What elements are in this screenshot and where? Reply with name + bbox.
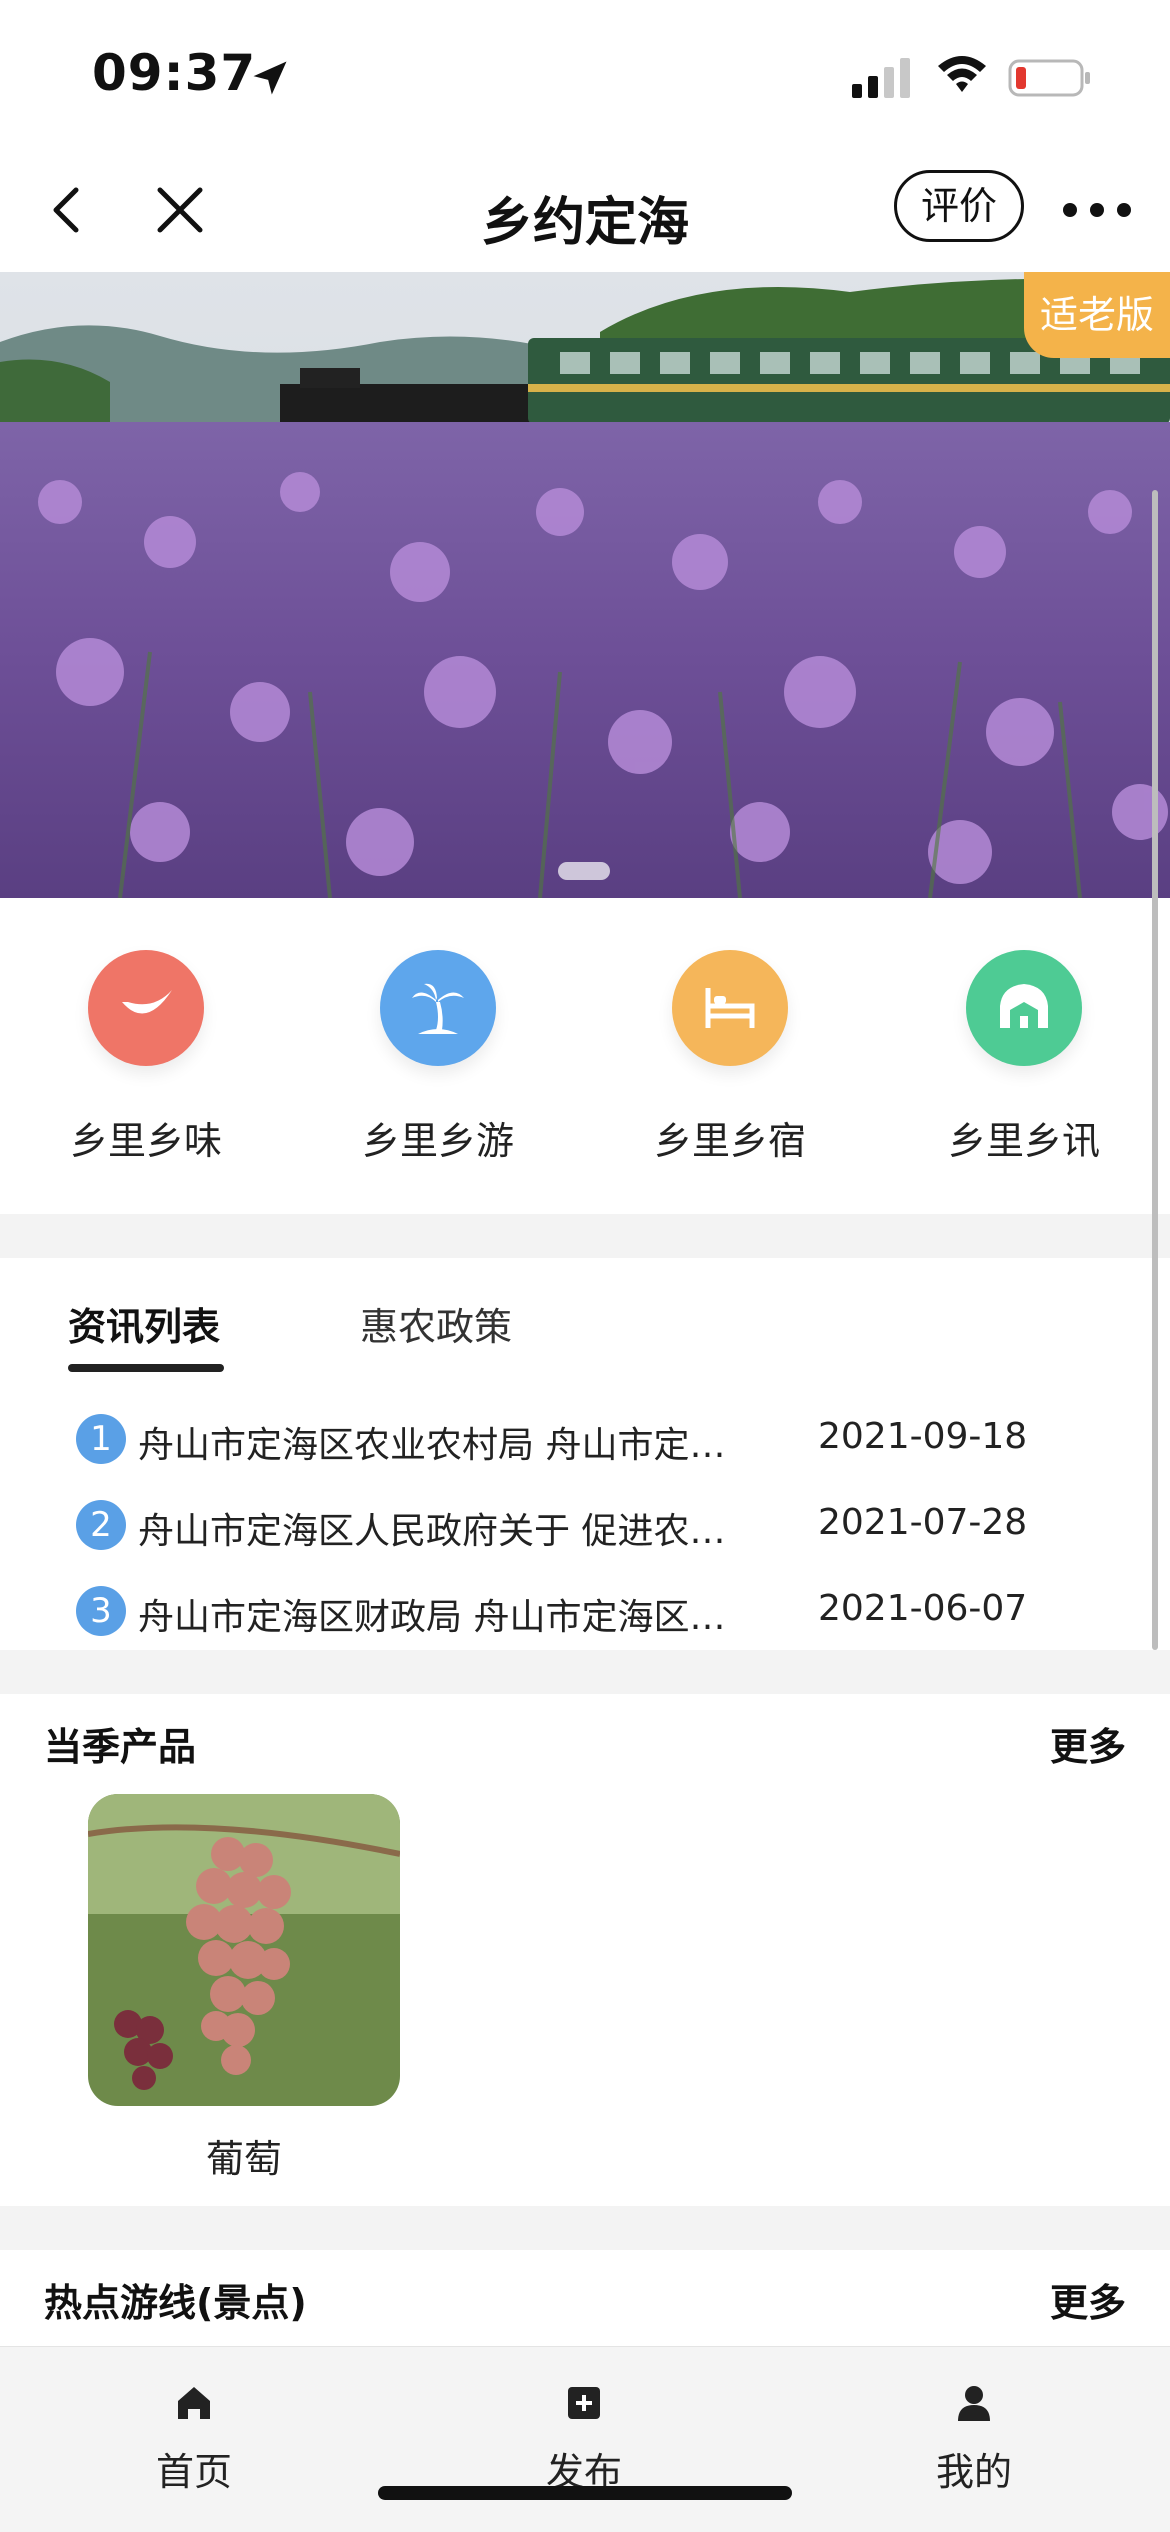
more-options-icon[interactable]	[1060, 180, 1134, 240]
news-title: 舟山市定海区农业农村局 舟山市定…	[138, 1425, 726, 1466]
product-image	[88, 1794, 400, 2106]
home-indicator	[378, 2486, 792, 2500]
rate-button[interactable]: 评价	[894, 170, 1024, 242]
tab-mine[interactable]: 我的	[874, 2383, 1074, 2496]
nav-bar: 乡约定海 评价	[0, 150, 1170, 272]
category-local-food[interactable]: 乡里乡味	[36, 950, 256, 1165]
news-title: 舟山市定海区财政局 舟山市定海区…	[138, 1597, 726, 1638]
banner-carousel[interactable]: 适老版	[0, 272, 1170, 898]
category-local-stay[interactable]: 乡里乡宿	[620, 950, 840, 1165]
category-label: 乡里乡讯	[947, 1119, 1100, 1163]
news-section: 资讯列表 惠农政策 1 舟山市定海区农业农村局 舟山市定… 2021-09-18…	[0, 1258, 1170, 1650]
news-number: 1	[76, 1414, 126, 1464]
section-title: 热点游线(景点)	[44, 2281, 307, 2325]
news-item[interactable]: 3 舟山市定海区财政局 舟山市定海区… 2021-06-07	[76, 1582, 1076, 1642]
category-label: 乡里乡宿	[653, 1119, 806, 1163]
category-local-news[interactable]: 乡里乡讯	[914, 950, 1134, 1165]
carousel-indicator	[558, 862, 610, 880]
status-bar: 09:37	[0, 0, 1170, 150]
category-local-travel[interactable]: 乡里乡游	[328, 950, 548, 1165]
product-name: 葡萄	[205, 2137, 282, 2181]
tab-agri-policy[interactable]: 惠农政策	[360, 1296, 512, 1351]
news-date: 2021-07-28	[818, 1502, 1028, 1543]
category-label: 乡里乡游	[361, 1119, 514, 1163]
category-grid: 乡里乡味 乡里乡游 乡里乡宿 乡里乡讯	[0, 898, 1170, 1214]
cellular-signal-icon	[852, 58, 910, 98]
news-date: 2021-09-18	[818, 1416, 1028, 1457]
seasonal-products-section: 当季产品 更多 葡萄	[0, 1694, 1170, 2206]
news-item[interactable]: 2 舟山市定海区人民政府关于 促进农… 2021-07-28	[76, 1496, 1076, 1556]
palm-tree-icon	[380, 950, 496, 1066]
tab-home[interactable]: 首页	[94, 2383, 294, 2496]
category-label: 乡里乡味	[69, 1119, 222, 1163]
elderly-mode-badge[interactable]: 适老版	[1024, 272, 1170, 358]
news-number: 2	[76, 1500, 126, 1550]
more-products-link[interactable]: 更多	[1050, 1716, 1126, 1771]
battery-icon	[1008, 59, 1090, 97]
tab-label: 首页	[155, 2450, 232, 2494]
add-square-icon	[568, 2387, 600, 2419]
user-icon	[958, 2386, 990, 2421]
news-number: 3	[76, 1586, 126, 1636]
scrollbar	[1152, 490, 1158, 1650]
news-date: 2021-06-07	[818, 1588, 1028, 1629]
hot-routes-section: 热点游线(景点) 更多	[0, 2250, 1170, 2346]
status-time: 09:37	[92, 44, 257, 102]
news-item[interactable]: 1 舟山市定海区农业农村局 舟山市定… 2021-09-18	[76, 1410, 1076, 1470]
active-tab-indicator	[68, 1364, 224, 1372]
news-title: 舟山市定海区人民政府关于 促进农…	[138, 1511, 726, 1552]
banner-image	[0, 272, 1170, 898]
home-icon	[178, 2387, 210, 2419]
location-arrow-icon	[253, 61, 287, 95]
bottom-tab-bar: 首页 发布 我的	[0, 2346, 1170, 2532]
house-icon	[966, 950, 1082, 1066]
tab-news-list[interactable]: 资讯列表	[68, 1296, 220, 1351]
bed-icon	[672, 950, 788, 1066]
tab-label: 我的	[935, 2450, 1012, 2494]
wifi-icon	[938, 56, 986, 92]
more-routes-link[interactable]: 更多	[1050, 2272, 1126, 2327]
section-title: 当季产品	[44, 1725, 197, 1769]
tab-publish[interactable]: 发布	[484, 2383, 684, 2496]
product-card[interactable]: 葡萄	[88, 1794, 400, 2183]
chili-icon	[88, 950, 204, 1066]
